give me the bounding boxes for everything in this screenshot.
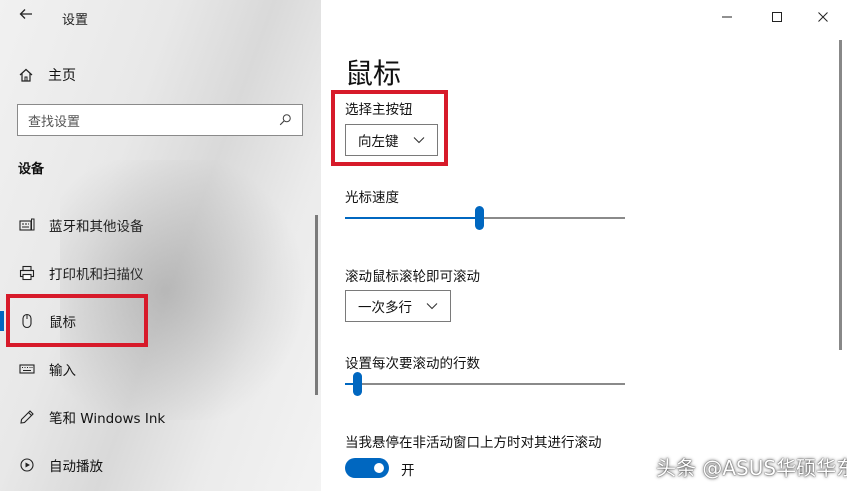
sidebar-item-label: 蓝牙和其他设备 (49, 219, 144, 235)
sidebar-item-label: 输入 (49, 363, 76, 379)
watermark: 头条 @ASUS华硕华东 (656, 456, 847, 480)
sidebar-item-autoplay[interactable]: 自动播放 (0, 450, 321, 480)
mouse-icon (17, 311, 37, 331)
primary-button-label: 选择主按钮 (345, 102, 413, 118)
sidebar-item-mouse[interactable]: 鼠标 (0, 306, 321, 336)
search-input[interactable]: 查找设置 (17, 104, 303, 136)
section-title: 设备 (18, 162, 45, 177)
sidebar-item-label: 自动播放 (49, 459, 103, 475)
sidebar-item-pen[interactable]: 笔和 Windows Ink (0, 402, 321, 432)
page-title: 鼠标 (345, 57, 402, 90)
chevron-down-icon (413, 137, 424, 144)
chevron-down-icon (426, 303, 438, 310)
scroll-wheel-label: 滚动鼠标滚轮即可滚动 (345, 269, 480, 285)
lines-per-scroll-label: 设置每次要滚动的行数 (345, 356, 480, 372)
scroll-wheel-dropdown[interactable]: 一次多行 (345, 290, 451, 322)
sidebar-item-label: 笔和 Windows Ink (49, 411, 166, 427)
inactive-scroll-label: 当我悬停在非活动窗口上方时对其进行滚动 (345, 435, 602, 451)
sidebar-item-printers[interactable]: 打印机和扫描仪 (0, 258, 321, 288)
sidebar-item-label: 打印机和扫描仪 (49, 267, 144, 283)
inactive-scroll-state: 开 (401, 463, 415, 479)
maximize-icon (772, 12, 782, 22)
search-icon (279, 114, 291, 126)
lines-per-scroll-slider[interactable] (345, 372, 625, 396)
close-button[interactable] (808, 6, 838, 28)
inactive-scroll-toggle[interactable] (345, 458, 389, 478)
toggle-knob (374, 463, 384, 473)
sidebar-home[interactable]: 主页 (18, 64, 76, 86)
cursor-speed-label: 光标速度 (345, 190, 399, 206)
pen-icon (17, 407, 37, 427)
primary-button-value: 向左键 (358, 134, 399, 150)
scroll-wheel-value: 一次多行 (358, 300, 412, 316)
minimize-icon (722, 16, 732, 18)
minimize-button[interactable] (712, 6, 742, 28)
sidebar: 设置 主页 查找设置 设备 蓝牙和其他设备 打印机和扫描仪 鼠标 输入 笔和 W… (0, 0, 321, 491)
sidebar-item-bluetooth[interactable]: 蓝牙和其他设备 (0, 210, 321, 240)
sidebar-item-label: 鼠标 (49, 315, 76, 331)
search-placeholder: 查找设置 (28, 114, 81, 130)
content-scrollbar[interactable] (839, 40, 842, 350)
cursor-speed-fill (345, 217, 479, 219)
app-title: 设置 (62, 13, 89, 28)
keyboard-icon (17, 359, 37, 379)
printer-icon (17, 263, 37, 283)
home-icon (19, 68, 33, 82)
primary-button-dropdown[interactable]: 向左键 (345, 124, 438, 156)
sidebar-home-label: 主页 (48, 68, 76, 84)
cursor-speed-thumb[interactable] (475, 206, 484, 230)
close-icon (818, 12, 828, 22)
lines-per-scroll-thumb[interactable] (353, 372, 362, 396)
cursor-speed-slider[interactable] (345, 206, 625, 230)
sidebar-scrollbar[interactable] (315, 215, 318, 395)
maximize-button[interactable] (762, 6, 792, 28)
sidebar-item-input[interactable]: 输入 (0, 354, 321, 384)
bluetooth-devices-icon (17, 215, 37, 235)
back-arrow-icon[interactable] (14, 6, 38, 28)
autoplay-icon (17, 455, 37, 475)
